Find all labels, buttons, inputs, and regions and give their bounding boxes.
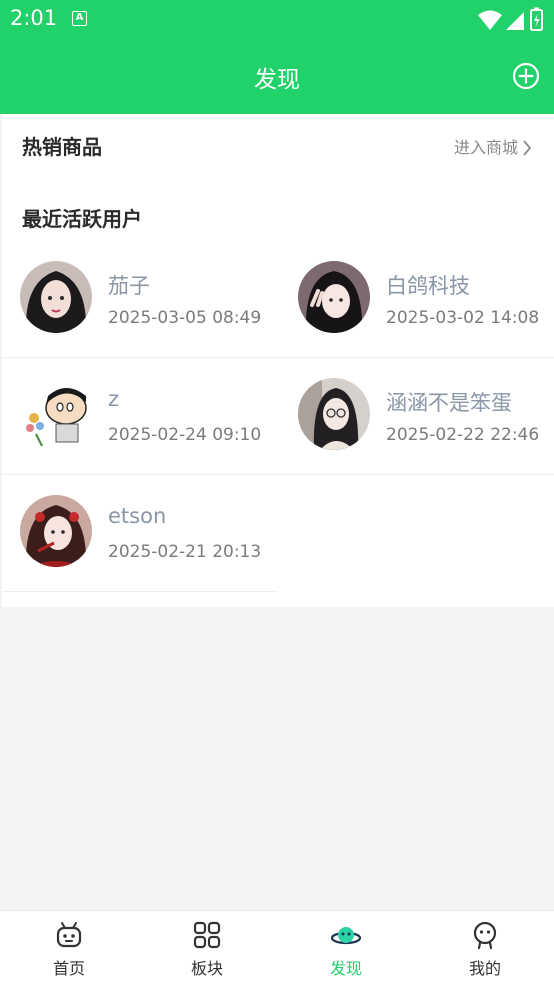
active-user-card[interactable]: z 2025-02-24 09:10	[2, 358, 278, 475]
tab-profile[interactable]: 我的	[416, 911, 554, 984]
active-user-card[interactable]: 茄子 2025-03-05 08:49	[2, 241, 278, 358]
active-user-card[interactable]: 涵涵不是笨蛋 2025-02-22 22:46	[278, 358, 554, 475]
tab-home-label: 首页	[52, 959, 85, 978]
tab-boards[interactable]: 板块	[138, 911, 276, 984]
bottom-tab-bar: 首页 板块 发现 我的	[0, 910, 554, 984]
notification-icon: A	[72, 11, 87, 26]
planet-icon	[331, 927, 361, 945]
robot-home-icon	[56, 922, 82, 948]
active-user-card[interactable]: 白鸽科技 2025-03-02 14:08	[278, 241, 554, 358]
active-user-card[interactable]: etson 2025-02-21 20:13	[2, 475, 278, 592]
user-active-time: 2025-03-02 14:08	[386, 308, 540, 328]
user-active-time: 2025-02-22 22:46	[386, 425, 540, 445]
user-active-time: 2025-03-05 08:49	[108, 308, 262, 328]
tab-home[interactable]: 首页	[0, 911, 138, 984]
hot-products-row[interactable]: 热销商品 进入商城	[2, 114, 554, 174]
user-name: etson	[108, 504, 167, 528]
user-active-time: 2025-02-24 09:10	[108, 425, 262, 445]
tab-boards-label: 板块	[190, 959, 223, 978]
avatar	[20, 378, 92, 450]
user-name: 涵涵不是笨蛋	[386, 391, 512, 415]
user-name: z	[108, 387, 120, 411]
discover-content: 热销商品 进入商城 最近活跃用户 茄子 2025-03-05 08:49 白鸽科…	[2, 114, 554, 607]
signal-icon	[506, 12, 524, 30]
user-name: 白鸽科技	[386, 274, 470, 298]
active-users-title: 最近活跃用户	[22, 207, 142, 231]
avatar	[298, 261, 370, 333]
tab-discover[interactable]: 发现	[277, 911, 415, 984]
enter-mall-label: 进入商城	[453, 138, 518, 157]
system-status-icons	[478, 7, 543, 31]
grid-icon	[193, 921, 221, 949]
avatar	[20, 495, 92, 567]
hot-products-title: 热销商品	[22, 135, 102, 159]
add-icon[interactable]	[512, 62, 540, 90]
tab-discover-label: 发现	[329, 959, 362, 978]
wifi-icon	[478, 10, 502, 30]
user-name: 茄子	[108, 274, 150, 298]
avatar	[20, 261, 92, 333]
enter-mall-link[interactable]: 进入商城	[454, 134, 532, 158]
page-title: 发现	[254, 67, 300, 93]
tab-profile-label: 我的	[468, 959, 501, 978]
status-bar: 2:01 A	[0, 0, 554, 40]
avatar	[298, 378, 370, 450]
profile-icon	[473, 921, 497, 950]
status-time: 2:01	[10, 6, 58, 30]
chevron-right-icon	[523, 140, 532, 156]
app-bar: 发现	[0, 40, 554, 114]
user-active-time: 2025-02-21 20:13	[108, 542, 262, 562]
